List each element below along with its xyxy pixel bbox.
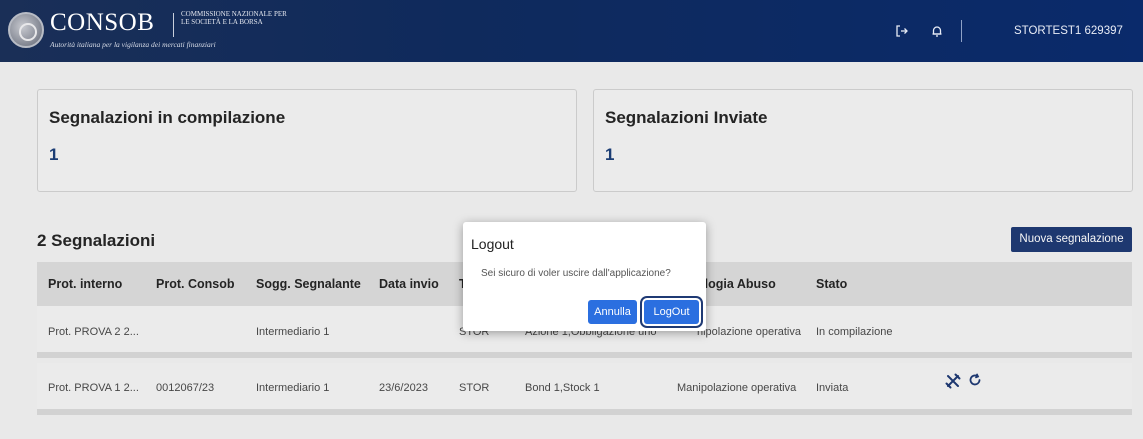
logout-confirm-button[interactable]: LogOut — [644, 300, 699, 324]
header-separator — [961, 20, 962, 42]
logout-icon[interactable] — [895, 24, 909, 40]
top-bar: CONSOB COMMISSIONE NAZIONALE PER LE SOCI… — [0, 0, 1143, 62]
logout-dialog: Logout Sei sicuro di voler uscire dall'a… — [463, 222, 706, 331]
logo-tagline: Autorità italiana per la vigilanza dei m… — [50, 40, 216, 49]
dialog-message: Sei sicuro di voler uscire dall'applicaz… — [481, 268, 671, 279]
dialog-title: Logout — [471, 236, 514, 252]
user-menu[interactable]: STORTEST1 629397 — [1014, 25, 1123, 37]
logo-subtitle: COMMISSIONE NAZIONALE PER LE SOCIETÀ E L… — [181, 10, 287, 26]
consob-seal-logo — [8, 12, 44, 48]
cancel-button[interactable]: Annulla — [588, 300, 637, 324]
bell-icon[interactable] — [930, 24, 944, 40]
logo-divider — [173, 13, 174, 37]
logo-text: CONSOB — [50, 9, 155, 36]
